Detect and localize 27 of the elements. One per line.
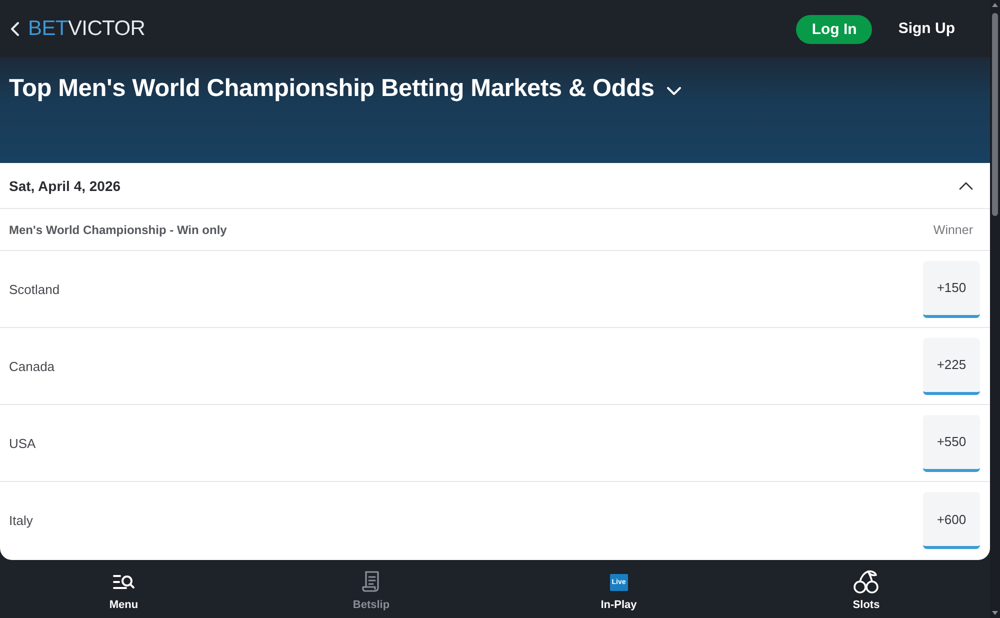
collapse-chevron-icon[interactable] xyxy=(959,182,973,190)
scrollbar-thumb[interactable] xyxy=(992,13,998,216)
market-name: Men's World Championship - Win only xyxy=(9,222,227,236)
odds-button[interactable]: +150 xyxy=(923,260,980,318)
scroll-up-icon[interactable] xyxy=(992,3,998,7)
scrollbar[interactable] xyxy=(990,0,1000,618)
selection-name: Scotland xyxy=(9,282,60,296)
scroll-down-icon[interactable] xyxy=(992,611,998,615)
selection-name: Canada xyxy=(9,358,55,374)
column-header: Winner xyxy=(933,222,973,236)
page-title: Top Men's World Championship Betting Markets & Odds xyxy=(9,74,654,104)
odds-button[interactable]: +550 xyxy=(923,414,980,472)
signup-link[interactable]: Sign Up xyxy=(898,20,955,37)
brand-logo[interactable]: BETVICTOR xyxy=(28,16,146,40)
selection-name: USA xyxy=(9,436,36,450)
dropdown-chevron-icon[interactable] xyxy=(667,86,682,94)
cherries-icon xyxy=(853,570,880,594)
menu-search-icon xyxy=(112,574,135,590)
nav-item[interactable]: Slots xyxy=(848,560,884,612)
login-button[interactable]: Log In xyxy=(796,14,872,44)
event-date: Sat, April 4, 2026 xyxy=(9,178,121,194)
receipt-icon xyxy=(362,571,380,593)
nav-item[interactable]: Menu xyxy=(105,560,142,612)
odds-button[interactable]: +225 xyxy=(923,338,980,394)
selection-name: Italy xyxy=(9,513,33,528)
odds-button[interactable]: +600 xyxy=(923,492,980,549)
back-chevron-icon[interactable] xyxy=(10,21,20,37)
